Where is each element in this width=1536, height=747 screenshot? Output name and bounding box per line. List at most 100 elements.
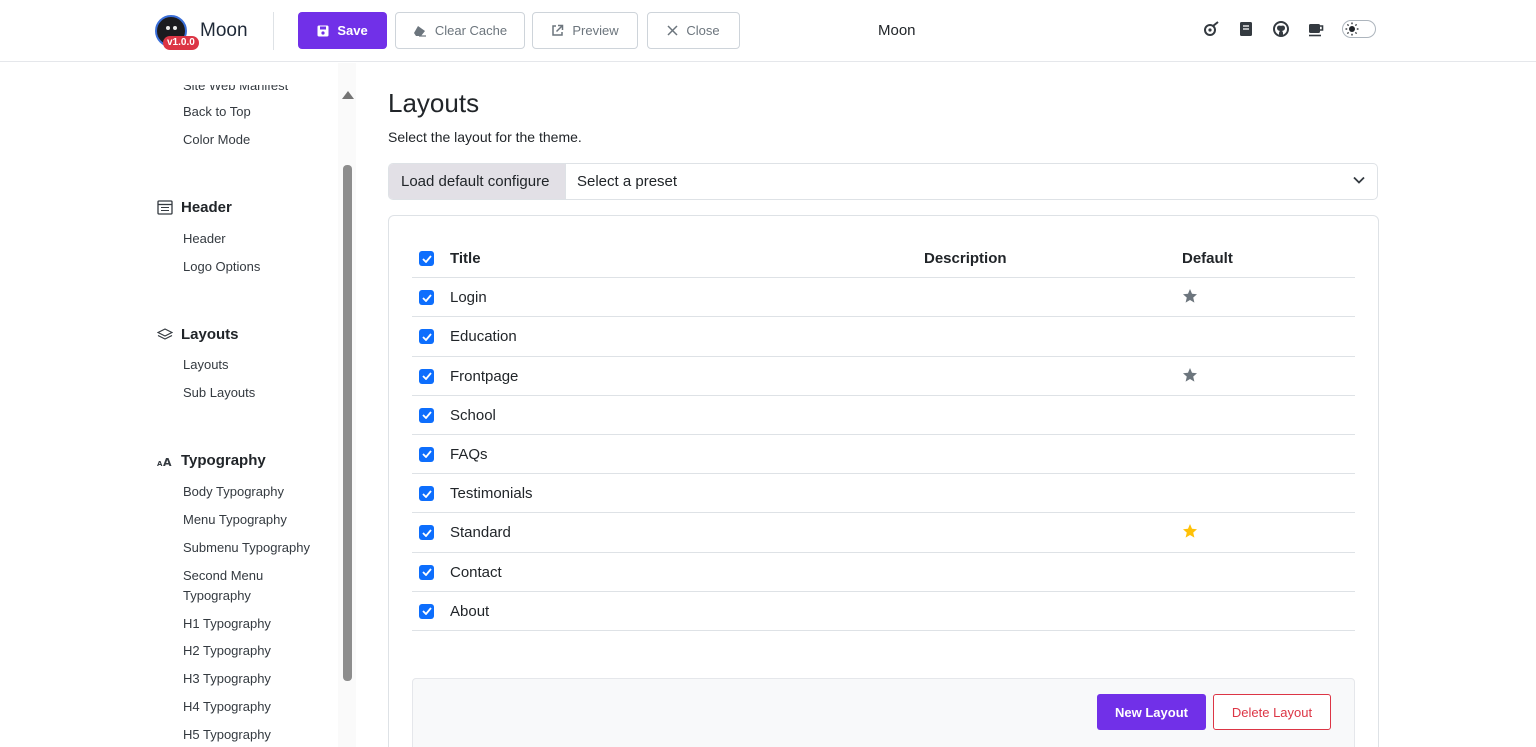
github-icon[interactable] xyxy=(1272,20,1290,38)
preset-group: Load default configure Select a preset xyxy=(388,163,1378,200)
row-title: Education xyxy=(450,328,517,346)
check-icon xyxy=(421,333,432,341)
row-checkbox[interactable] xyxy=(419,564,434,580)
sidebar-group-label: Layouts xyxy=(181,326,239,343)
sidebar: Site Web Manifest Back to Top Color Mode… xyxy=(145,63,357,747)
external-link-icon xyxy=(552,24,564,36)
clear-cache-button[interactable]: Clear Cache xyxy=(395,12,525,49)
chevron-down-icon xyxy=(1353,176,1365,184)
save-button[interactable]: Save xyxy=(298,12,387,49)
table-row[interactable]: Testimonials xyxy=(412,474,1355,514)
save-icon xyxy=(317,25,329,36)
sidebar-item-h3-typography[interactable]: H3 Typography xyxy=(183,669,271,689)
table-row[interactable]: Education xyxy=(412,317,1355,357)
row-checkbox[interactable] xyxy=(419,603,434,619)
default-star-icon[interactable] xyxy=(1182,523,1198,539)
check-icon xyxy=(421,607,432,616)
check-icon xyxy=(421,529,432,537)
check-icon xyxy=(421,568,432,576)
preset-select[interactable]: Select a preset xyxy=(566,164,1377,199)
page-subtitle: Select the layout for the theme. xyxy=(388,129,582,145)
column-header-title: Title xyxy=(450,250,481,267)
check-icon xyxy=(421,254,432,263)
table-row[interactable]: Contact xyxy=(412,553,1355,592)
sidebar-item-second-menu-typography[interactable]: Second Menu xyxy=(183,566,263,586)
row-checkbox[interactable] xyxy=(419,407,434,423)
sidebar-item-layouts[interactable]: Layouts xyxy=(183,355,229,375)
top-bar: v1.0.0 Moon Save Clear Cache Preview Clo… xyxy=(0,0,1536,62)
table-row[interactable]: About xyxy=(412,592,1355,631)
header-icon xyxy=(157,200,173,215)
top-icons xyxy=(1202,20,1376,38)
new-layout-button[interactable]: New Layout xyxy=(1097,694,1206,730)
default-star-icon[interactable] xyxy=(1182,367,1198,383)
table-row[interactable]: School xyxy=(412,396,1355,435)
row-checkbox[interactable] xyxy=(419,525,434,541)
sidebar-item-sub-layouts[interactable]: Sub Layouts xyxy=(183,383,255,403)
sidebar-item-menu-typography[interactable]: Menu Typography xyxy=(183,510,287,530)
row-title: About xyxy=(450,602,490,620)
row-checkbox[interactable] xyxy=(419,446,434,462)
row-title: Login xyxy=(450,289,487,307)
row-checkbox[interactable] xyxy=(419,329,434,345)
sidebar-item-site-web-manifest[interactable]: Site Web Manifest xyxy=(183,85,288,96)
sidebar-item-second-menu-typography-line2[interactable]: Typography xyxy=(183,586,251,606)
select-all-checkbox[interactable] xyxy=(419,251,434,266)
layouts-table: Title Description Default Login Education… xyxy=(412,239,1355,631)
table-body: Login Education Frontpage School FAQs Testimo… xyxy=(412,278,1355,631)
close-button[interactable]: Close xyxy=(647,12,740,49)
sidebar-item-h2-typography[interactable]: H2 Typography xyxy=(183,641,271,661)
brand-name: Moon xyxy=(200,20,248,41)
close-icon xyxy=(667,25,678,36)
row-title: Standard xyxy=(450,524,511,542)
table-row[interactable]: Frontpage xyxy=(412,357,1355,396)
table-header-row: Title Description Default xyxy=(412,239,1355,279)
table-row[interactable]: Login xyxy=(412,278,1355,318)
preview-button[interactable]: Preview xyxy=(532,12,638,49)
sun-icon xyxy=(1345,22,1359,36)
sidebar-group-layouts: Layouts xyxy=(157,326,239,343)
typography-icon: AA xyxy=(157,456,172,467)
version-badge: v1.0.0 xyxy=(163,36,199,50)
check-icon xyxy=(421,372,432,381)
page-title: Layouts xyxy=(388,88,480,118)
site-title: Moon xyxy=(878,22,916,39)
sidebar-item-h5-typography[interactable]: H5 Typography xyxy=(183,725,271,745)
table-row[interactable]: Standard xyxy=(412,513,1355,553)
preset-select-value: Select a preset xyxy=(577,173,678,190)
eraser-icon xyxy=(413,25,426,37)
close-label: Close xyxy=(686,23,720,38)
row-title: Testimonials xyxy=(450,485,533,503)
sidebar-item-logo-options[interactable]: Logo Options xyxy=(183,257,260,277)
scrollbar-thumb[interactable] xyxy=(343,165,352,681)
check-icon xyxy=(421,411,432,420)
sidebar-item-header[interactable]: Header xyxy=(183,229,226,249)
row-checkbox[interactable] xyxy=(419,486,434,502)
preview-label: Preview xyxy=(572,23,619,38)
sidebar-item-h4-typography[interactable]: H4 Typography xyxy=(183,697,271,717)
sidebar-item-body-typography[interactable]: Body Typography xyxy=(183,482,284,502)
column-header-default: Default xyxy=(1182,250,1233,267)
sidebar-item-h1-typography[interactable]: H1 Typography xyxy=(183,614,271,634)
check-icon xyxy=(421,294,432,302)
book-icon[interactable] xyxy=(1237,20,1255,38)
table-row[interactable]: FAQs xyxy=(412,435,1355,475)
sidebar-group-header: Header xyxy=(157,199,232,216)
row-title: Frontpage xyxy=(450,367,519,385)
rocket-icon[interactable] xyxy=(1202,20,1220,38)
brand[interactable]: v1.0.0 Moon xyxy=(155,14,248,50)
sidebar-item-submenu-typography[interactable]: Submenu Typography xyxy=(183,538,310,558)
save-label: Save xyxy=(337,23,368,38)
layers-icon xyxy=(157,327,173,340)
coffee-icon[interactable] xyxy=(1307,20,1325,38)
delete-layout-button[interactable]: Delete Layout xyxy=(1213,694,1331,730)
load-default-configure-label: Load default configure xyxy=(389,164,566,199)
color-mode-toggle[interactable] xyxy=(1342,20,1376,38)
default-star-icon[interactable] xyxy=(1182,288,1198,304)
scroll-up-arrow-icon[interactable] xyxy=(342,91,354,99)
sidebar-item-color-mode[interactable]: Color Mode xyxy=(183,130,250,150)
sidebar-item-back-to-top[interactable]: Back to Top xyxy=(183,102,251,122)
row-checkbox[interactable] xyxy=(419,290,434,306)
row-checkbox[interactable] xyxy=(419,368,434,384)
clear-cache-label: Clear Cache xyxy=(434,23,508,38)
